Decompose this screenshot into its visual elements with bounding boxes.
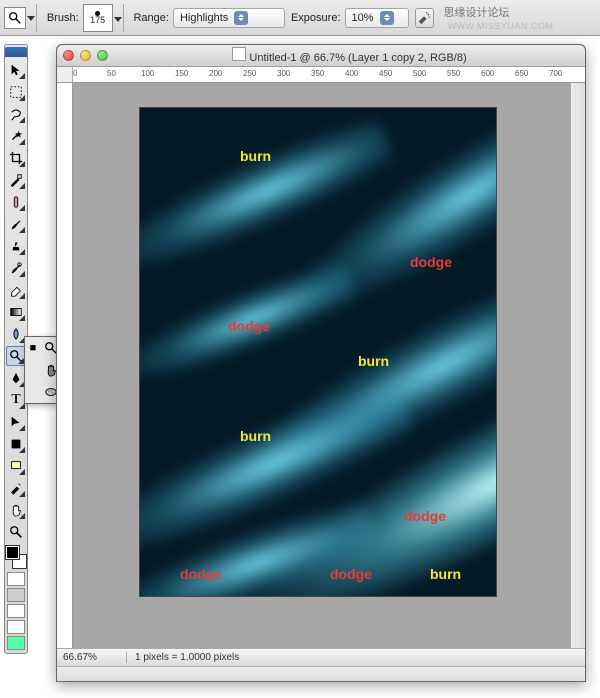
blur-tool[interactable] bbox=[6, 324, 26, 344]
watermark-text: 思缘设计论坛 bbox=[444, 7, 510, 19]
ruler-tick: 200 bbox=[209, 69, 222, 78]
annotation-dodge: dodge bbox=[404, 508, 446, 524]
eraser-tool[interactable] bbox=[6, 280, 26, 300]
zoom-tool[interactable] bbox=[6, 522, 26, 542]
ruler-tick: 500 bbox=[413, 69, 426, 78]
marquee-tool[interactable] bbox=[6, 82, 26, 102]
screenmode-full[interactable] bbox=[7, 620, 25, 634]
watermark-url: WWW.MISSYUAN.COM bbox=[448, 21, 554, 31]
exposure-label: Exposure: bbox=[291, 12, 341, 24]
document-window: Untitled-1 @ 66.7% (Layer 1 copy 2, RGB/… bbox=[56, 44, 586, 682]
move-tool[interactable] bbox=[6, 60, 26, 80]
canvas[interactable]: burn dodge dodge burn burn dodge dodge dodge bur… bbox=[139, 107, 497, 597]
exposure-value: 10% bbox=[352, 12, 374, 24]
ruler-horizontal[interactable]: 0 50 100 150 200 250 300 350 400 450 500 550 600 650 7… bbox=[57, 67, 585, 83]
options-bar: Brush: 175 Range: Highlights Exposure: 1… bbox=[0, 0, 600, 36]
workspace: T ■ Dodge Tool O Burn Tool O bbox=[0, 36, 600, 698]
dodge-icon bbox=[8, 11, 22, 25]
hand-tool[interactable] bbox=[6, 500, 26, 520]
tool-preset-picker[interactable] bbox=[4, 7, 26, 29]
selected-bullet-icon: ■ bbox=[29, 342, 37, 354]
ruler-tick: 100 bbox=[141, 69, 154, 78]
airbrush-toggle[interactable] bbox=[415, 8, 434, 28]
screenmode-standard[interactable] bbox=[7, 588, 25, 602]
watermark: 思缘设计论坛 WWW.MISSYUAN.COM bbox=[444, 4, 596, 32]
notes-tool[interactable] bbox=[6, 456, 26, 476]
ruler-vertical[interactable] bbox=[57, 83, 73, 648]
annotation-burn: burn bbox=[240, 428, 271, 444]
scrollbar-horizontal[interactable] bbox=[57, 666, 585, 681]
pen-tool[interactable] bbox=[6, 368, 26, 388]
ruler-tick: 0 bbox=[73, 69, 77, 78]
healing-brush-tool[interactable] bbox=[6, 192, 26, 212]
separator bbox=[123, 4, 124, 32]
brush-size-value: 175 bbox=[90, 16, 105, 25]
history-brush-tool[interactable] bbox=[6, 258, 26, 278]
document-titlebar[interactable]: Untitled-1 @ 66.7% (Layer 1 copy 2, RGB/… bbox=[57, 45, 585, 67]
range-label: Range: bbox=[133, 12, 168, 24]
shape-tool[interactable] bbox=[6, 434, 26, 454]
ruler-tick: 250 bbox=[243, 69, 256, 78]
ruler-tick: 400 bbox=[345, 69, 358, 78]
slice-tool[interactable] bbox=[6, 170, 26, 190]
ruler-tick: 450 bbox=[379, 69, 392, 78]
brush-label: Brush: bbox=[47, 12, 79, 24]
crop-tool[interactable] bbox=[6, 148, 26, 168]
ruler-tick: 550 bbox=[447, 69, 460, 78]
annotation-dodge: dodge bbox=[228, 318, 270, 334]
zoom-button[interactable] bbox=[97, 50, 108, 61]
brush-tool[interactable] bbox=[6, 214, 26, 234]
range-value: Highlights bbox=[180, 12, 228, 24]
ruler-tick: 150 bbox=[175, 69, 188, 78]
airbrush-icon bbox=[417, 11, 431, 25]
ruler-tick: 650 bbox=[515, 69, 528, 78]
type-tool[interactable]: T bbox=[6, 390, 26, 410]
annotation-dodge: dodge bbox=[410, 254, 452, 270]
lasso-tool[interactable] bbox=[6, 104, 26, 124]
dodge-tool[interactable] bbox=[6, 346, 26, 366]
scrollbar-vertical[interactable] bbox=[570, 83, 585, 648]
annotation-dodge: dodge bbox=[330, 566, 372, 582]
ruler-tick: 350 bbox=[311, 69, 324, 78]
document-title: Untitled-1 @ 66.7% (Layer 1 copy 2, RGB/… bbox=[114, 47, 579, 64]
ruler-tick: 50 bbox=[107, 69, 116, 78]
quickmask-toggle[interactable] bbox=[7, 572, 25, 586]
palette-titlebar[interactable] bbox=[5, 47, 27, 57]
gradient-tool[interactable] bbox=[6, 302, 26, 322]
zoom-field[interactable]: 66.67% bbox=[57, 652, 127, 663]
color-swatches[interactable] bbox=[6, 546, 26, 568]
magic-wand-tool[interactable] bbox=[6, 126, 26, 146]
minimize-button[interactable] bbox=[80, 50, 91, 61]
status-bar: 66.67% 1 pixels = 1.0000 pixels bbox=[57, 648, 585, 666]
clone-stamp-tool[interactable] bbox=[6, 236, 26, 256]
annotation-dodge: dodge bbox=[180, 566, 222, 582]
exposure-select[interactable]: 10% bbox=[345, 8, 409, 28]
status-info: 1 pixels = 1.0000 pixels bbox=[127, 652, 239, 663]
stepper-arrows-icon bbox=[234, 11, 248, 25]
ruler-tick: 300 bbox=[277, 69, 290, 78]
foreground-color-swatch[interactable] bbox=[6, 546, 19, 559]
annotation-burn: burn bbox=[358, 353, 389, 369]
annotation-burn: burn bbox=[430, 566, 461, 582]
ruler-tick: 600 bbox=[481, 69, 494, 78]
close-button[interactable] bbox=[63, 50, 74, 61]
path-selection-tool[interactable] bbox=[6, 412, 26, 432]
document-proxy-icon[interactable] bbox=[232, 47, 246, 61]
ruler-tick: 700 bbox=[549, 69, 562, 78]
brush-picker[interactable]: 175 bbox=[83, 4, 113, 32]
canvas-area[interactable]: burn dodge dodge burn burn dodge dodge dodge bur… bbox=[73, 83, 570, 648]
separator bbox=[36, 4, 37, 32]
ruler-origin[interactable] bbox=[57, 67, 73, 83]
document-title-text: Untitled-1 @ 66.7% (Layer 1 copy 2, RGB/… bbox=[249, 52, 466, 64]
annotation-burn: burn bbox=[240, 148, 271, 164]
range-select[interactable]: Highlights bbox=[173, 8, 285, 28]
stepper-arrows-icon bbox=[380, 11, 394, 25]
eyedropper-tool[interactable] bbox=[6, 478, 26, 498]
screenmode-full-menubar[interactable] bbox=[7, 604, 25, 618]
